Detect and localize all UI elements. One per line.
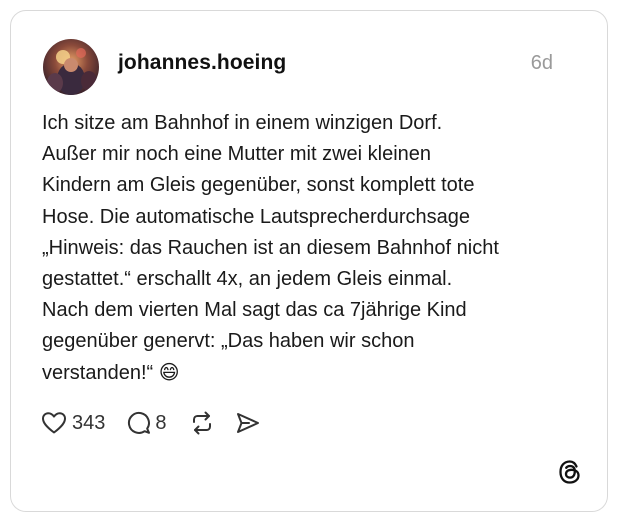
avatar[interactable] — [43, 39, 99, 95]
send-icon — [235, 411, 261, 435]
reply-count: 8 — [155, 411, 167, 434]
like-button[interactable]: 343 — [41, 411, 105, 435]
like-count: 343 — [72, 411, 106, 434]
repost-button[interactable] — [189, 410, 215, 436]
share-button[interactable] — [235, 411, 261, 435]
threads-logo-icon — [557, 459, 583, 485]
heart-icon — [41, 411, 67, 435]
post-card: johannes.hoeing 6d Ich sitze am Bahnhof … — [10, 10, 608, 512]
reply-button[interactable]: 8 — [127, 411, 167, 435]
username[interactable]: johannes.hoeing — [118, 51, 286, 75]
post-text: Ich sitze am Bahnhof in einem winzigen D… — [42, 112, 499, 384]
action-bar: 343 8 — [41, 408, 261, 438]
repost-icon — [189, 410, 215, 436]
post-age: 6d — [530, 52, 553, 74]
speech-bubble-icon — [127, 411, 151, 435]
